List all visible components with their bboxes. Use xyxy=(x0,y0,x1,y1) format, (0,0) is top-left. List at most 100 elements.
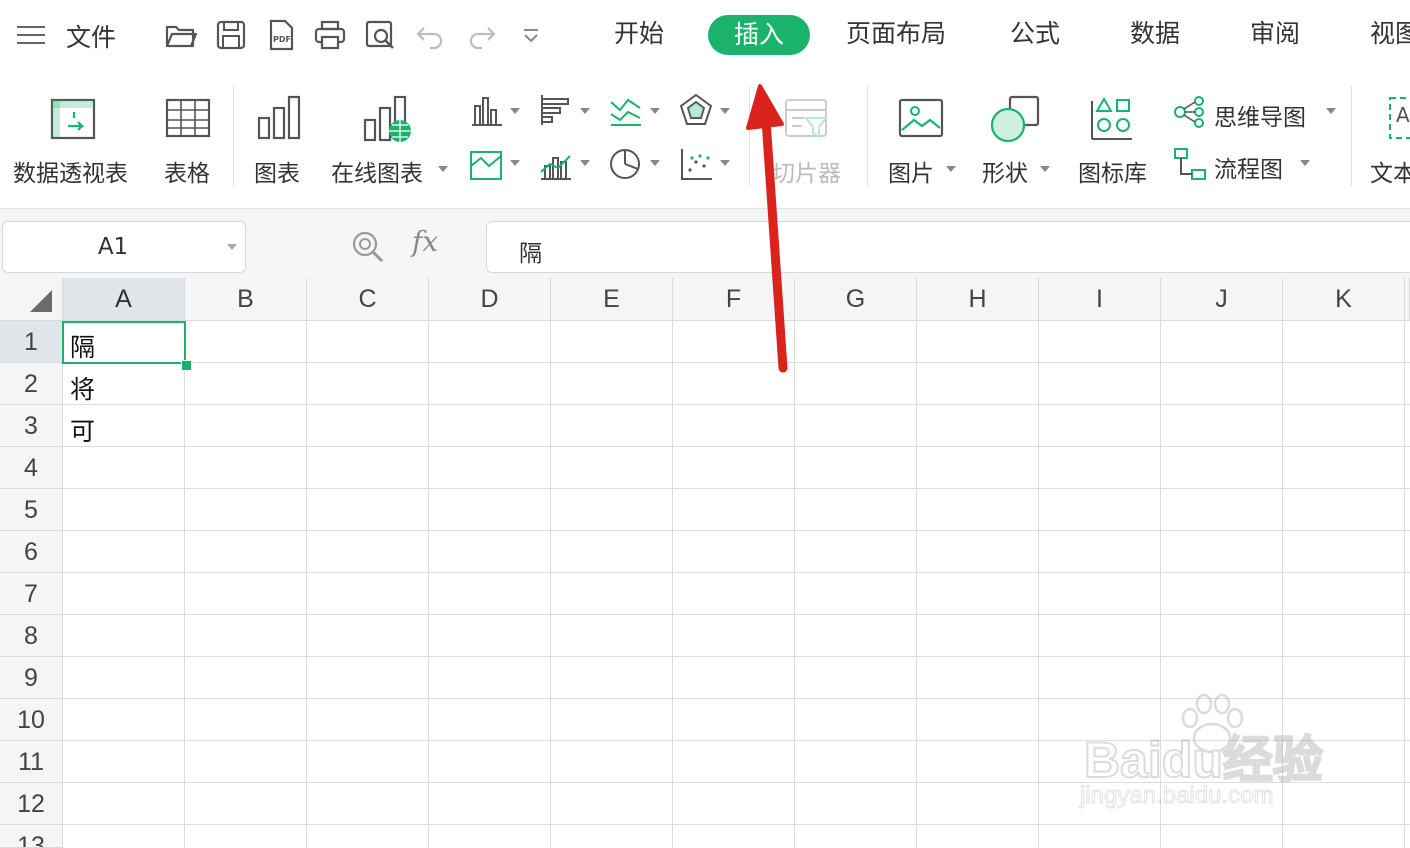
formula-bar: A1 fx 隔 xyxy=(0,208,1410,279)
tab-view[interactable]: 视图 xyxy=(1370,14,1410,54)
area-chart-dropdown-icon[interactable] xyxy=(510,160,520,166)
column-header-i[interactable]: I xyxy=(1039,278,1161,321)
column-header-k[interactable]: K xyxy=(1283,278,1405,321)
column-header-e[interactable]: E xyxy=(551,278,673,321)
table-button[interactable]: 表格 xyxy=(148,72,228,208)
pie-chart-icon[interactable] xyxy=(608,146,644,182)
ribbon-divider xyxy=(867,86,868,186)
chart-button[interactable]: 图表 xyxy=(244,72,314,208)
column-header-b[interactable]: B xyxy=(185,278,307,321)
row-header-9[interactable]: 9 xyxy=(0,657,63,699)
mind-map-icon[interactable] xyxy=(1172,94,1208,130)
mind-map-label[interactable]: 思维导图 xyxy=(1214,98,1306,132)
online-chart-label: 在线图表 xyxy=(331,161,423,187)
tab-insert[interactable]: 插入 xyxy=(708,15,811,55)
tab-review[interactable]: 审阅 xyxy=(1250,14,1300,54)
flowchart-label[interactable]: 流程图 xyxy=(1214,150,1283,184)
column-header-c[interactable]: C xyxy=(307,278,429,321)
select-all-button[interactable] xyxy=(0,278,63,321)
print-icon[interactable] xyxy=(313,18,347,52)
picture-button[interactable]: 图片 xyxy=(884,72,960,208)
pivot-table-button[interactable]: 数据透视表 xyxy=(10,72,136,208)
picture-label: 图片 xyxy=(888,161,934,187)
flowchart-icon[interactable] xyxy=(1172,146,1208,182)
svg-text:A: A xyxy=(1396,103,1410,127)
row-header-6[interactable]: 6 xyxy=(0,531,63,573)
radar-chart-icon[interactable] xyxy=(678,92,714,128)
icon-library-button[interactable]: 图标库 xyxy=(1074,72,1154,208)
watermark-url: jingyan.baidu.com xyxy=(1079,782,1274,810)
tab-page-layout[interactable]: 页面布局 xyxy=(846,14,946,54)
tab-data[interactable]: 数据 xyxy=(1130,14,1180,54)
picture-dropdown-icon[interactable] xyxy=(946,166,956,172)
slicer-button[interactable]: 切片器 xyxy=(766,72,850,208)
export-pdf-icon[interactable]: PDF xyxy=(264,18,298,52)
row-header-5[interactable]: 5 xyxy=(0,489,63,531)
customize-toolbar-icon[interactable] xyxy=(514,18,548,52)
hamburger-menu-icon[interactable] xyxy=(17,24,47,46)
file-menu[interactable]: 文件 xyxy=(66,18,116,54)
redo-icon[interactable] xyxy=(464,18,498,52)
column-header-g[interactable]: G xyxy=(795,278,917,321)
row-header-13[interactable]: 13 xyxy=(0,825,63,848)
formula-input[interactable]: 隔 xyxy=(486,221,1410,273)
fill-handle[interactable] xyxy=(181,360,192,371)
bar-horizontal-chart-icon[interactable] xyxy=(538,92,574,128)
radar-chart-dropdown-icon[interactable] xyxy=(720,108,730,114)
shape-icon xyxy=(990,95,1040,143)
column-header-j[interactable]: J xyxy=(1161,278,1283,321)
row-header-3[interactable]: 3 xyxy=(0,405,63,447)
combo-chart-dropdown-icon[interactable] xyxy=(580,160,590,166)
online-chart-dropdown-icon[interactable] xyxy=(438,166,448,172)
ribbon-insert: 数据透视表 表格 图表 在线图表 切片器 图片 形状 图标库 思维导图 流程图 … xyxy=(0,72,1410,208)
shape-button[interactable]: 形状 xyxy=(978,72,1054,208)
row-header-2[interactable]: 2 xyxy=(0,363,63,405)
slicer-icon xyxy=(785,99,829,139)
row-header-7[interactable]: 7 xyxy=(0,573,63,615)
column-header-a[interactable]: A xyxy=(63,278,185,321)
open-folder-icon[interactable] xyxy=(164,18,198,52)
cell-a2[interactable]: 将 xyxy=(70,370,95,406)
row-header-11[interactable]: 11 xyxy=(0,741,63,783)
column-header-d[interactable]: D xyxy=(429,278,551,321)
cell-a3[interactable]: 可 xyxy=(70,412,95,448)
scatter-chart-dropdown-icon[interactable] xyxy=(720,160,730,166)
menu-bar: 文件 PDF 开始 插入 页面布局 公式 数据 审阅 视图 xyxy=(0,0,1410,72)
undo-icon[interactable] xyxy=(414,18,448,52)
name-box[interactable]: A1 xyxy=(2,221,246,273)
save-icon[interactable] xyxy=(214,18,248,52)
formula-input-value: 隔 xyxy=(519,241,542,267)
tab-home[interactable]: 开始 xyxy=(614,14,664,54)
column-header-h[interactable]: H xyxy=(917,278,1039,321)
mind-map-dropdown-icon[interactable] xyxy=(1326,108,1336,114)
row-header-10[interactable]: 10 xyxy=(0,699,63,741)
textbox-button[interactable]: A 文本 xyxy=(1366,72,1410,208)
name-box-dropdown-icon[interactable] xyxy=(227,244,237,250)
column-chart-dropdown-icon[interactable] xyxy=(510,108,520,114)
row-header-1[interactable]: 1 xyxy=(0,321,63,363)
zoom-search-icon[interactable] xyxy=(350,229,386,265)
scatter-chart-icon[interactable] xyxy=(678,146,714,182)
print-preview-icon[interactable] xyxy=(363,18,397,52)
pie-chart-dropdown-icon[interactable] xyxy=(650,160,660,166)
line-chart-dropdown-icon[interactable] xyxy=(650,108,660,114)
column-header-l[interactable] xyxy=(1405,278,1410,321)
row-header-12[interactable]: 12 xyxy=(0,783,63,825)
online-chart-button[interactable]: 在线图表 xyxy=(328,72,452,208)
name-box-value: A1 xyxy=(97,234,129,260)
line-chart-icon[interactable] xyxy=(608,92,644,128)
shape-label: 形状 xyxy=(982,161,1028,187)
table-label: 表格 xyxy=(164,161,210,187)
bar-chart-dropdown-icon[interactable] xyxy=(580,108,590,114)
column-chart-icon[interactable] xyxy=(468,92,504,128)
tab-formulas[interactable]: 公式 xyxy=(1010,14,1060,54)
shape-dropdown-icon[interactable] xyxy=(1040,166,1050,172)
insert-function-icon[interactable]: fx xyxy=(412,225,438,258)
row-header-4[interactable]: 4 xyxy=(0,447,63,489)
flowchart-dropdown-icon[interactable] xyxy=(1300,160,1310,166)
area-chart-icon[interactable] xyxy=(468,146,504,182)
row-header-8[interactable]: 8 xyxy=(0,615,63,657)
combo-chart-icon[interactable] xyxy=(538,146,574,182)
watermark-logo: Baidu经验 jingyan.baidu.com xyxy=(1079,693,1380,820)
column-header-f[interactable]: F xyxy=(673,278,795,321)
